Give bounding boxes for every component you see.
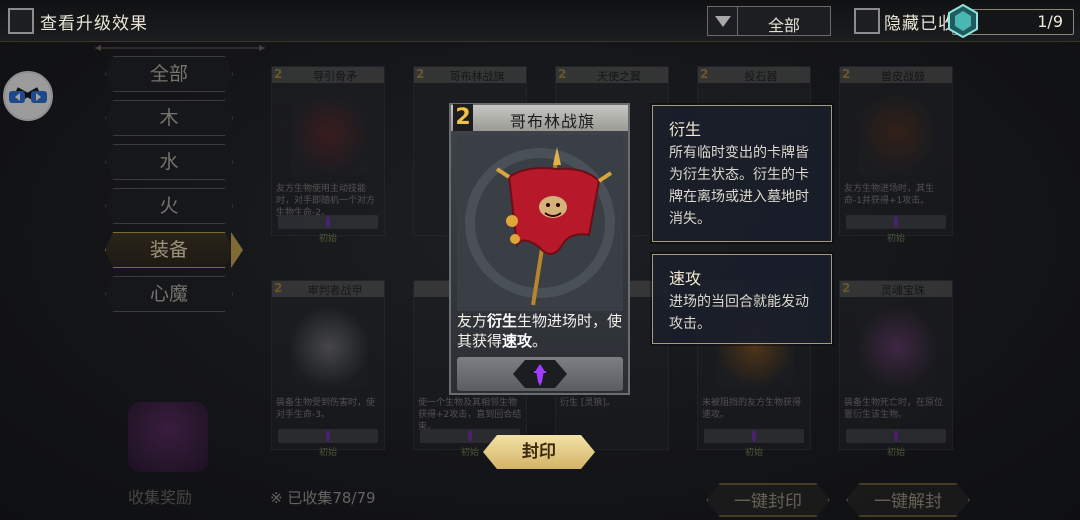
keyword-tooltip-derived: 衍生 所有临时变出的卡牌皆为衍生状态。衍生的卡牌在离场或进入墓地时消失。 (652, 105, 832, 242)
tooltip-body: 进场的当回合就能发动攻击。 (669, 294, 809, 332)
keyword-derived[interactable]: 衍生 (487, 312, 517, 330)
hide-collected-checkbox[interactable] (854, 8, 880, 34)
tooltip-title: 速攻 (669, 269, 702, 288)
card-detail-desc: 友方衍生生物进场时，使其获得速攻。 (457, 312, 623, 350)
keyword-tooltip-haste: 速攻 进场的当回合就能发动攻击。 (652, 254, 832, 344)
seal-button[interactable]: 封印 (483, 435, 595, 469)
purple-rune-icon (534, 364, 546, 386)
rune-slot (457, 357, 623, 391)
card-detail-header: 2 哥布林战旗 (451, 104, 628, 131)
crystal-icon (948, 4, 978, 38)
rune-gem (513, 360, 567, 388)
show-upgrade-checkbox[interactable] (8, 8, 34, 34)
faction-filter-dropdown[interactable]: 全部 (707, 6, 831, 36)
hide-collected-label: 隐藏已收 (884, 14, 956, 34)
card-detail: 2 哥布林战旗 友方衍生生物进场时，使其获得速攻。 (449, 103, 630, 395)
game-screen: 查看升级效果 全部 隐藏已收 1/9 全部 木 水 火 装备 心魔 2 导引骨矛… (0, 0, 1080, 520)
card-detail-cost: 2 (453, 104, 473, 131)
top-bar: 查看升级效果 全部 隐藏已收 1/9 (0, 0, 1080, 42)
chevron-down-icon (708, 7, 738, 35)
page-number: 1/9 (1037, 12, 1063, 31)
filter-value: 全部 (767, 16, 800, 35)
card-detail-name: 哥布林战旗 (509, 112, 595, 131)
tooltip-title: 衍生 (669, 120, 702, 139)
keyword-haste[interactable]: 速攻 (502, 332, 532, 350)
tooltip-body: 所有临时变出的卡牌皆为衍生状态。衍生的卡牌在离场或进入墓地时消失。 (669, 145, 809, 227)
goblin-banner-art (457, 135, 623, 311)
show-upgrade-label: 查看升级效果 (40, 14, 148, 34)
